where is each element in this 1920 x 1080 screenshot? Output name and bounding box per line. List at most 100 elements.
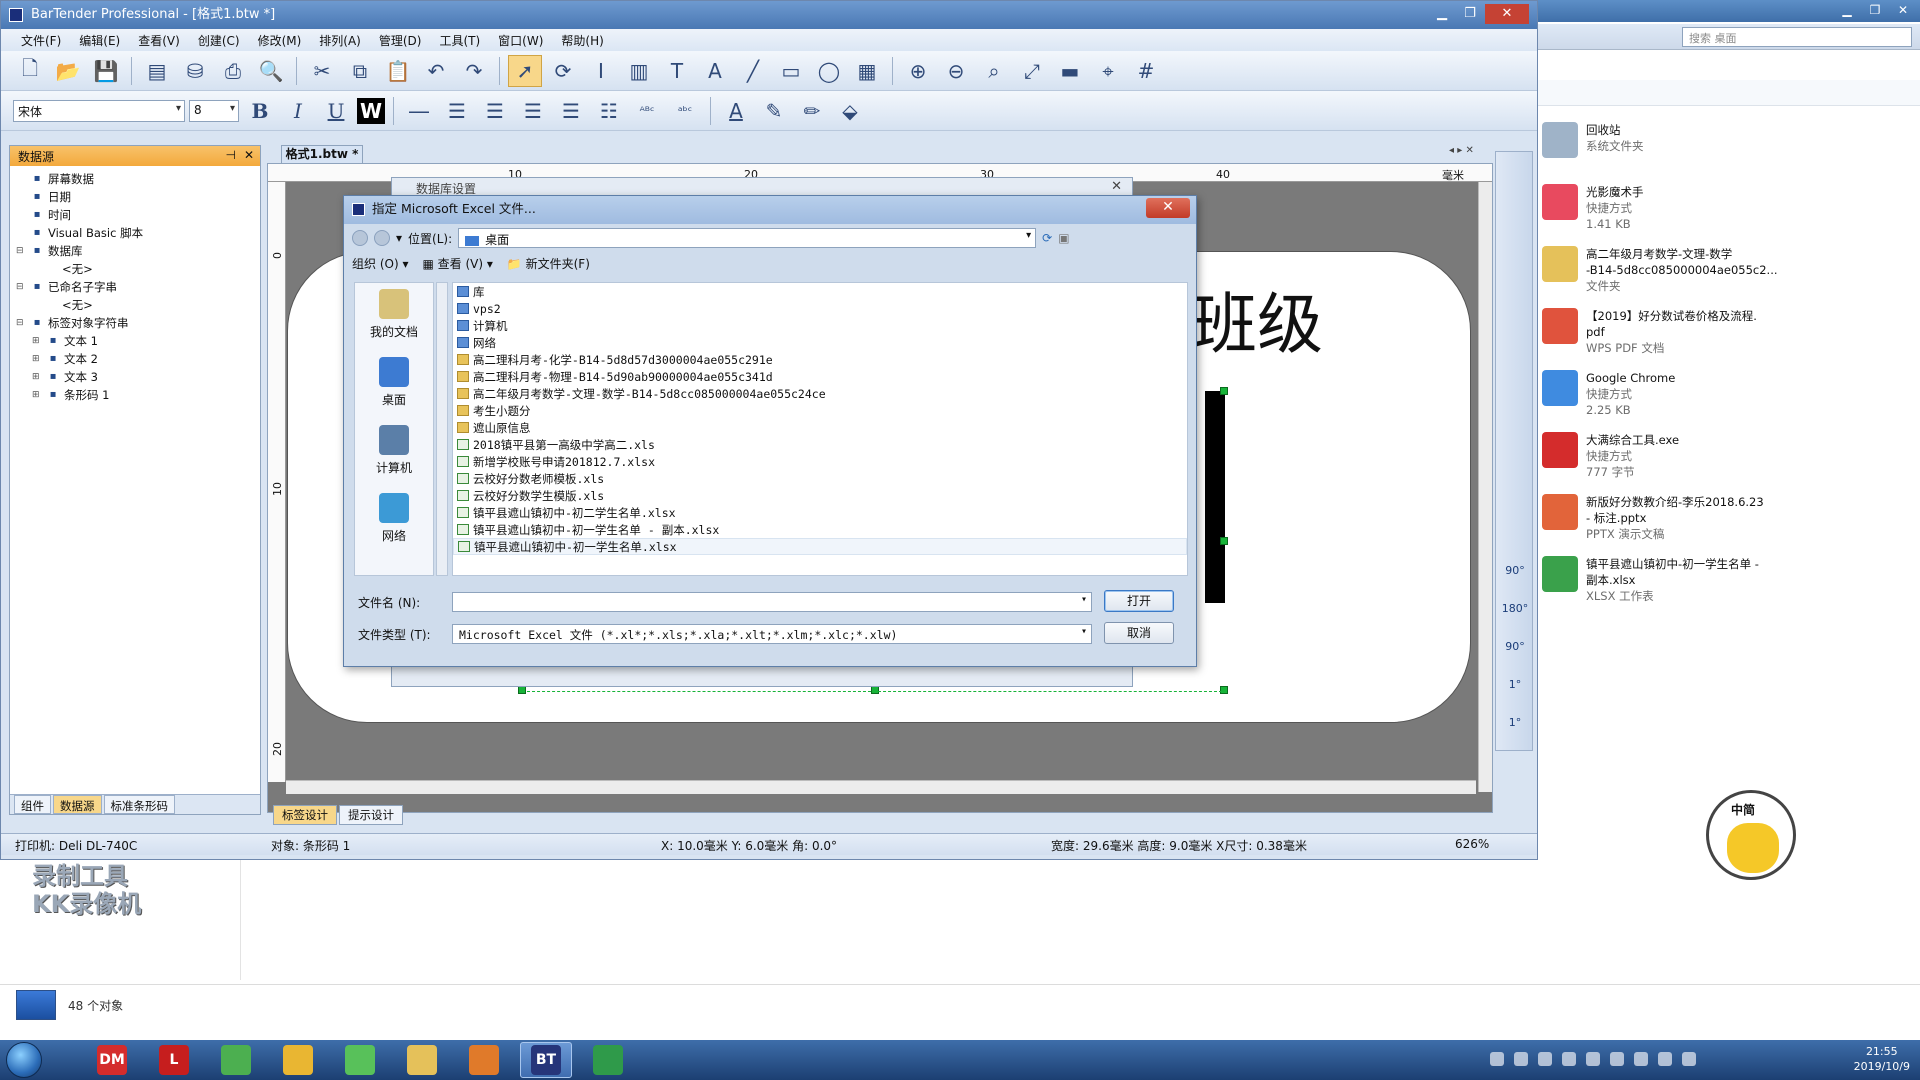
ellipse-tool-icon[interactable]: ◯ <box>812 55 846 87</box>
taskbar-app[interactable]: BT <box>520 1042 572 1078</box>
restore-icon[interactable]: ❐ <box>1864 2 1886 18</box>
taskbar-app[interactable] <box>582 1042 634 1078</box>
rotate-1-button[interactable]: 1° <box>1500 678 1530 691</box>
expand-icon[interactable]: ⊞ <box>32 372 42 382</box>
minimize-icon[interactable]: ▁ <box>1836 2 1858 18</box>
redo-icon[interactable]: ↷ <box>457 55 491 87</box>
tray-security-icon[interactable] <box>1658 1052 1672 1066</box>
file-item[interactable]: 镇平县遮山镇初中-初一学生名单 - 副本.xlsx <box>453 521 1187 538</box>
rich-text-icon[interactable]: A <box>698 55 732 87</box>
location-select[interactable]: 桌面 <box>458 228 1037 248</box>
menu-item[interactable]: 修改(M) <box>250 30 310 51</box>
align-center-icon[interactable]: ☰ <box>478 95 512 127</box>
tray-volume-icon[interactable] <box>1634 1052 1648 1066</box>
file-item[interactable]: 镇平县遮山镇初中-初一学生名单.xlsx <box>453 538 1187 555</box>
file-item[interactable]: 新增学校账号申请201812.7.xlsx <box>453 453 1187 470</box>
font-color-icon[interactable]: A <box>719 95 753 127</box>
vertical-scrollbar[interactable] <box>1478 182 1492 792</box>
tray-settings-icon[interactable] <box>1538 1052 1552 1066</box>
dropdown-arrow-icon[interactable]: ▾ <box>396 231 402 245</box>
highlight-color-icon[interactable]: ✎ <box>757 95 791 127</box>
file-item[interactable]: 高二理科月考-化学-B14-5d8d57d3000004ae055c291e <box>453 351 1187 368</box>
font-size-select[interactable]: 8 <box>189 99 239 122</box>
bold-button[interactable]: B <box>243 95 277 127</box>
barcode-object[interactable] <box>1205 391 1225 603</box>
zoom-status[interactable]: 626% <box>1455 837 1489 851</box>
menu-item[interactable]: 工具(T) <box>431 30 488 51</box>
tree-item[interactable]: ▪ 屏幕数据 <box>16 170 254 188</box>
rotate-1-ccw-button[interactable]: 1° <box>1500 716 1530 729</box>
tray-help-icon[interactable] <box>1514 1052 1528 1066</box>
file-item[interactable]: 云校好分数学生模版.xls <box>453 487 1187 504</box>
file-item[interactable]: 镇平县遮山镇初中-初二学生名单.xlsx <box>453 504 1187 521</box>
tree-item[interactable]: ⊞ ▪ 条形码 1 <box>16 386 254 404</box>
desktop-item[interactable]: 新版好分数教介绍-李乐2018.6.23 - 标注.pptx PPTX 演示文稿 <box>1542 494 1782 550</box>
file-item[interactable]: 高二年级月考数学-文理-数学-B14-5d8cc085000004ae055c2… <box>453 385 1187 402</box>
font-name-select[interactable]: 宋体 <box>13 99 185 122</box>
expand-icon[interactable]: ⊟ <box>16 282 26 292</box>
picture-tool-icon[interactable]: ▦ <box>850 55 884 87</box>
organize-button[interactable]: 组织 (O) ▾ <box>352 255 408 272</box>
rotate-icon[interactable]: ⟳ <box>546 55 580 87</box>
desktop-item[interactable]: 大满综合工具.exe 快捷方式 777 字节 <box>1542 432 1782 488</box>
place-item[interactable]: 网络 <box>355 487 433 555</box>
save-icon[interactable]: 💾 <box>89 55 123 87</box>
desktop-item[interactable]: 高二年级月考数学-文理-数学 -B14-5d8cc085000004ae055c2… <box>1542 246 1782 302</box>
taskbar-app[interactable]: DM <box>86 1042 138 1078</box>
tree-item[interactable]: ▪ 日期 <box>16 188 254 206</box>
tree-item[interactable]: ⊞ ▪ 文本 2 <box>16 350 254 368</box>
tray-network-icon[interactable] <box>1610 1052 1624 1066</box>
expand-icon[interactable]: ⊞ <box>32 354 42 364</box>
zoom-in-icon[interactable]: ⊕ <box>901 55 935 87</box>
wordwrap-button[interactable]: W <box>357 97 385 124</box>
close-icon[interactable]: ✕ <box>1111 179 1122 194</box>
tree-item[interactable]: <无> <box>16 260 254 278</box>
menu-item[interactable]: 窗口(W) <box>490 30 551 51</box>
tree-item[interactable]: ▪ 时间 <box>16 206 254 224</box>
align-left-icon[interactable]: ☰ <box>440 95 474 127</box>
grid-icon[interactable]: # <box>1129 55 1163 87</box>
taskbar-app[interactable] <box>458 1042 510 1078</box>
selection-handle[interactable] <box>1220 686 1228 694</box>
place-item[interactable]: 桌面 <box>355 351 433 419</box>
text-abc-icon[interactable]: ᴬᴮᶜ <box>630 95 664 127</box>
underline-button[interactable]: U <box>319 95 353 127</box>
expand-icon[interactable]: ⊞ <box>32 336 42 346</box>
label-text-object[interactable]: 班级 <box>1191 271 1323 367</box>
rotate-90-button[interactable]: 90° <box>1500 564 1530 577</box>
file-item[interactable]: 考生小题分 <box>453 402 1187 419</box>
menu-item[interactable]: 排列(A) <box>311 30 369 51</box>
text-abc-small-icon[interactable]: ᵃᵇᶜ <box>668 95 702 127</box>
expand-icon[interactable]: ⊞ <box>32 390 42 400</box>
page-setup-icon[interactable]: ▤ <box>140 55 174 87</box>
menu-item[interactable]: 帮助(H) <box>553 30 611 51</box>
selection-handle[interactable] <box>1220 387 1228 395</box>
tree-item[interactable]: ⊟ ▪ 标签对象字符串 <box>16 314 254 332</box>
fill-color-icon[interactable]: ⬙ <box>833 95 867 127</box>
selection-handle[interactable] <box>1220 537 1228 545</box>
file-item[interactable]: 计算机 <box>453 317 1187 334</box>
tree-item[interactable]: <无> <box>16 296 254 314</box>
fit-page-icon[interactable]: ⤢ <box>1015 55 1049 87</box>
datasource-tab[interactable]: 标准条形码 <box>103 795 175 814</box>
place-item[interactable]: 计算机 <box>355 419 433 487</box>
maximize-icon[interactable]: ❐ <box>1457 4 1483 24</box>
expand-icon[interactable]: ⊟ <box>16 246 26 256</box>
justify-all-icon[interactable]: ☷ <box>592 95 626 127</box>
line-color-icon[interactable]: ✏ <box>795 95 829 127</box>
design-tab[interactable]: 提示设计 <box>339 805 403 825</box>
tree-item[interactable]: ⊞ ▪ 文本 3 <box>16 368 254 386</box>
menu-item[interactable]: 文件(F) <box>13 30 69 51</box>
desktop-item[interactable]: 镇平县遮山镇初中-初一学生名单 - 副本.xlsx XLSX 工作表 <box>1542 556 1782 612</box>
new-icon[interactable]: 🗋 <box>13 55 47 87</box>
close-icon[interactable]: ✕ <box>1146 198 1190 218</box>
copy-icon[interactable]: ⧉ <box>343 55 377 87</box>
filetype-select[interactable]: Microsoft Excel 文件 (*.xl*;*.xls;*.xla;*.… <box>452 624 1092 644</box>
datasource-tab[interactable]: 组件 <box>14 795 51 814</box>
taskbar-app[interactable] <box>334 1042 386 1078</box>
places-scrollbar[interactable] <box>436 282 448 576</box>
paste-icon[interactable]: 📋 <box>381 55 415 87</box>
snap-icon[interactable]: ⌖ <box>1091 55 1125 87</box>
design-tab[interactable]: 标签设计 <box>273 805 337 825</box>
desktop-item[interactable]: 回收站 系统文件夹 <box>1542 122 1782 178</box>
